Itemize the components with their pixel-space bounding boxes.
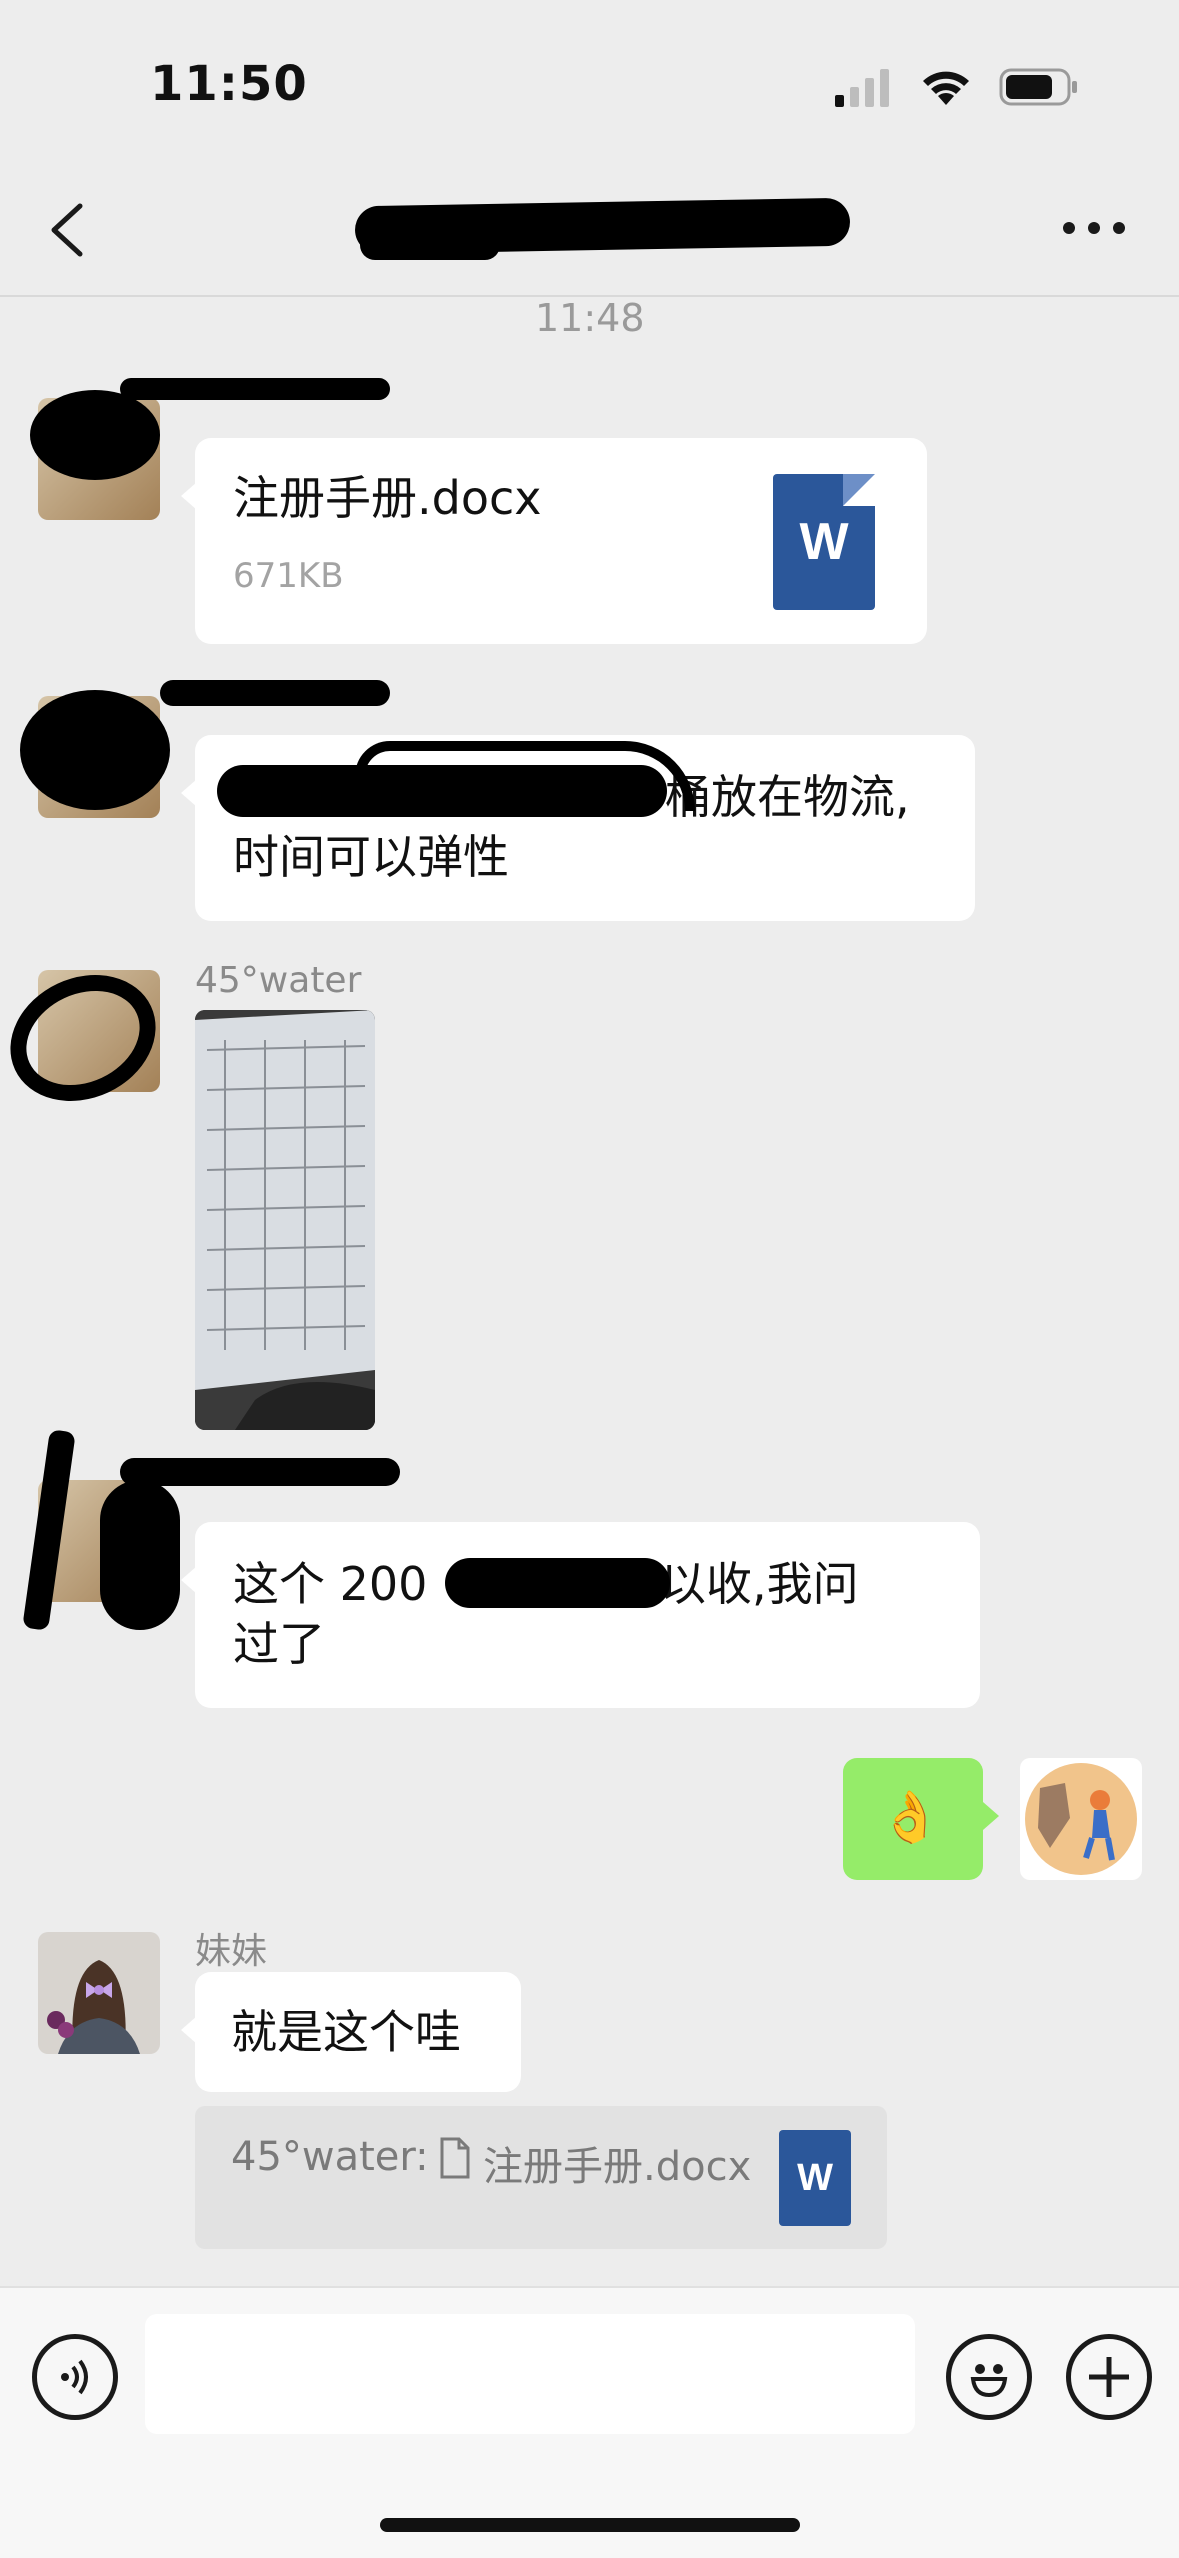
sender-name: 妹妹 <box>195 1931 268 1972</box>
smiley-face-icon <box>970 2364 1008 2398</box>
word-document-badge: W <box>797 2156 833 2199</box>
redaction-mark <box>100 1480 180 1630</box>
sender-name: 45°water <box>195 960 362 1001</box>
message-text: 过了 <box>233 1617 325 1671</box>
message-text: 以收,我问 <box>660 1557 859 1611</box>
wifi-icon <box>923 71 969 105</box>
status-time: 11:50 <box>150 56 308 112</box>
text-message-bubble[interactable]: 这个 200 以收,我问 过了 <box>181 1522 980 1708</box>
quote-sender: 45°water: <box>231 2134 429 2180</box>
message-input[interactable] <box>145 2314 915 2434</box>
text-message-bubble[interactable]: 就是这个哇 <box>181 1972 521 2092</box>
message-text: 就是这个哇 <box>231 2005 461 2059</box>
message-text: 这个 200 <box>233 1557 428 1611</box>
redaction-mark <box>160 680 390 706</box>
nav-bar <box>0 160 1179 297</box>
word-document-badge: W <box>799 513 849 571</box>
word-document-icon: W <box>779 2130 851 2226</box>
more-options-icon[interactable] <box>1059 218 1129 238</box>
my-avatar[interactable] <box>1020 1758 1142 1880</box>
emoji-icon[interactable] <box>946 2334 1032 2420</box>
redaction-mark <box>120 378 390 400</box>
voice-wave-icon <box>61 2359 88 2395</box>
status-icons <box>833 62 1079 112</box>
plus-icon <box>1089 2357 1129 2397</box>
message-text: 桶放在物流, <box>665 770 910 824</box>
battery-icon <box>999 68 1077 106</box>
text-message-bubble[interactable]: 桶放在物流, 时间可以弹性 <box>181 735 975 921</box>
redaction-mark <box>360 230 500 260</box>
back-chevron-icon[interactable] <box>44 200 88 260</box>
redaction-mark <box>355 741 695 811</box>
message-timestamp: 11:48 <box>535 296 645 340</box>
redaction-mark <box>20 690 170 810</box>
file-message-bubble[interactable]: 注册手册.docx 671KB W <box>181 438 927 644</box>
message-text: 时间可以弹性 <box>233 830 509 884</box>
file-outline-icon <box>440 2137 470 2179</box>
outgoing-message-bubble[interactable]: 👌 <box>843 1758 999 1880</box>
input-bar <box>0 2286 1179 2558</box>
redaction-mark <box>445 1558 670 1608</box>
add-more-icon[interactable] <box>1066 2334 1152 2420</box>
girl-avatar-image <box>38 1932 160 2054</box>
file-icon-fold <box>843 474 875 506</box>
quoted-message[interactable]: 45°water: 注册手册.docx W <box>195 2106 887 2249</box>
redaction-mark <box>120 1458 400 1486</box>
quote-file-name: 注册手册.docx <box>483 2144 752 2190</box>
voice-input-icon[interactable] <box>32 2334 118 2420</box>
cellular-signal-icon <box>835 69 889 107</box>
climber-avatar-image <box>1025 1763 1137 1875</box>
bubble-tail <box>983 1802 999 1830</box>
home-indicator <box>380 2518 800 2532</box>
avatar[interactable] <box>38 1932 160 2054</box>
redaction-mark <box>30 390 160 480</box>
image-message[interactable] <box>195 1010 375 1430</box>
file-name: 注册手册.docx <box>233 471 542 525</box>
message-text: 👌 <box>879 1788 942 1846</box>
photo-thumbnail <box>195 1010 375 1430</box>
file-size: 671KB <box>233 556 344 596</box>
